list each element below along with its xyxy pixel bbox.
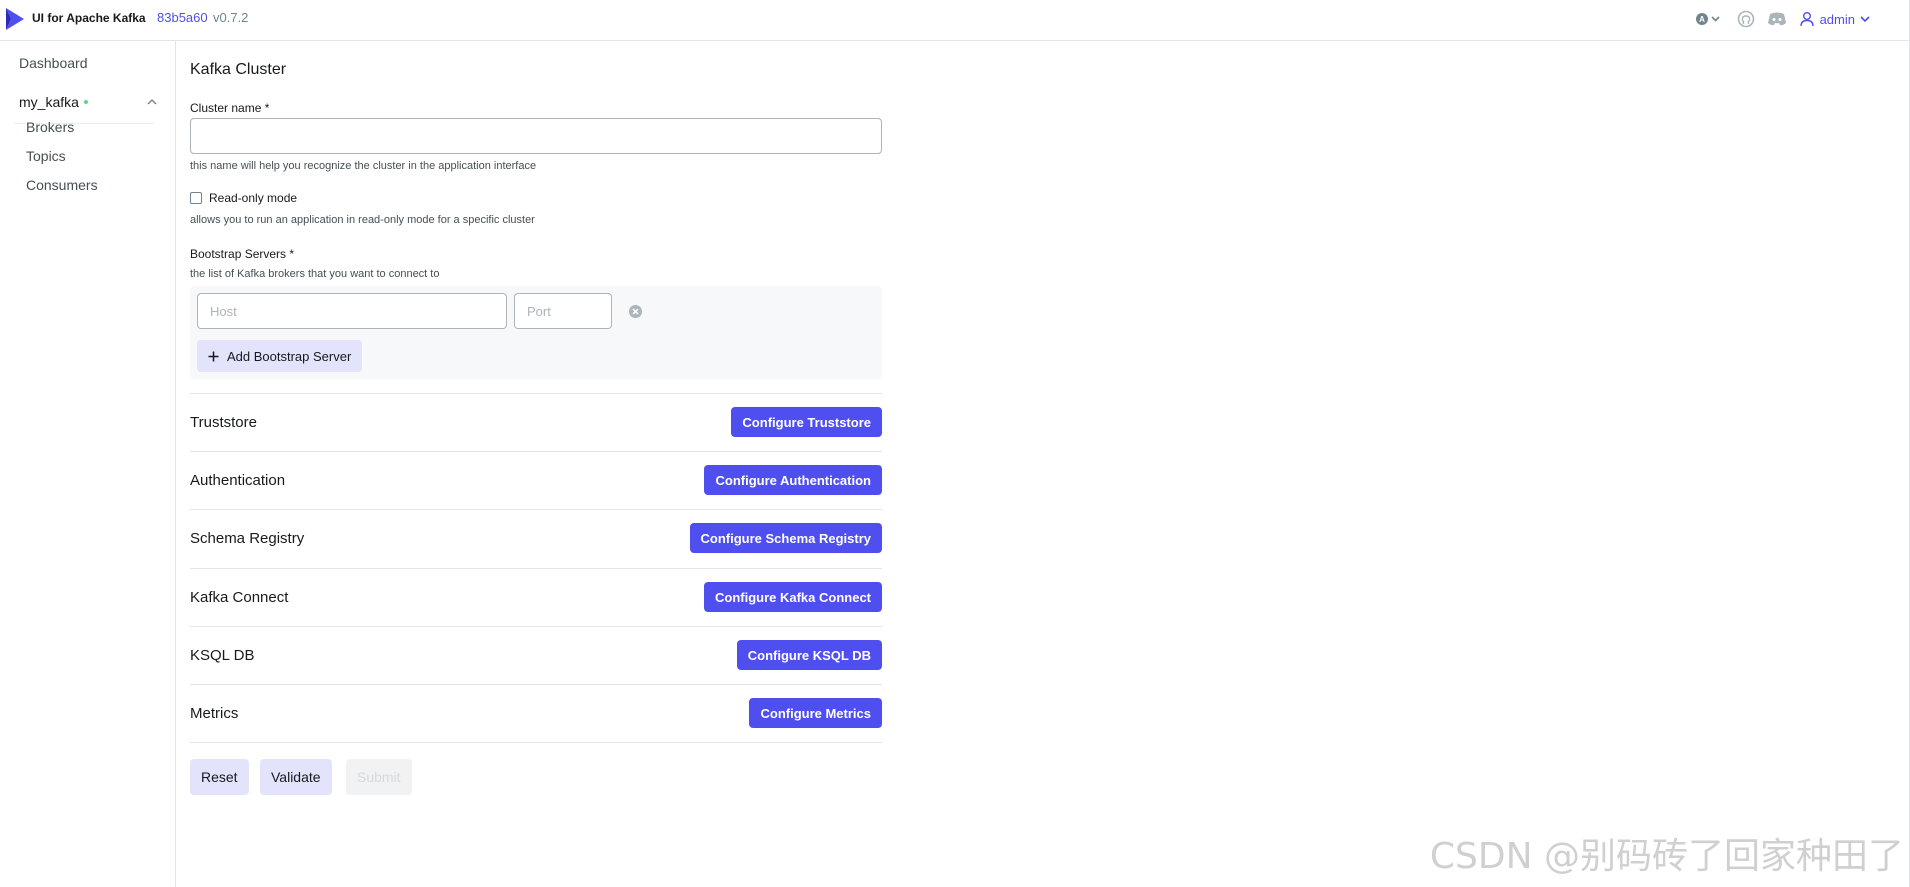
chevron-up-icon: [147, 99, 157, 105]
page-title: Kafka Cluster: [190, 61, 287, 78]
user-icon: [1799, 12, 1814, 27]
configure-ksql-db-button[interactable]: Configure KSQL DB: [736, 640, 882, 670]
header-actions: A admin: [1695, 8, 1870, 30]
ksql-db-section: KSQL DB Configure KSQL DB: [190, 626, 882, 684]
sidebar-item-brokers[interactable]: Brokers: [26, 119, 74, 135]
metrics-label: Metrics: [190, 705, 239, 722]
sidebar: Dashboard my_kafka Brokers Topics Consum…: [0, 41, 176, 887]
authentication-label: Authentication: [190, 472, 286, 489]
cluster-name: my_kafka: [19, 94, 79, 110]
configure-kafka-connect-button[interactable]: Configure Kafka Connect: [703, 582, 882, 612]
chevron-down-icon: [1860, 16, 1870, 23]
validate-button[interactable]: Validate: [260, 759, 332, 795]
cluster-name-label: Cluster name *: [190, 101, 270, 115]
kafka-connect-section: Kafka Connect Configure Kafka Connect: [190, 568, 882, 626]
github-icon[interactable]: [1737, 10, 1755, 28]
truststore-section: Truststore Configure Truststore: [190, 393, 882, 451]
host-placeholder: Host: [210, 303, 237, 319]
add-bootstrap-server-label: Add Bootstrap Server: [227, 348, 352, 364]
commit-link[interactable]: 83b5a60: [157, 10, 208, 25]
ksql-db-label: KSQL DB: [190, 647, 255, 664]
bootstrap-servers-label: Bootstrap Servers *: [190, 247, 295, 261]
port-placeholder: Port: [527, 303, 551, 319]
user-menu[interactable]: admin: [1799, 11, 1870, 27]
reset-button[interactable]: Reset: [190, 759, 249, 795]
sidebar-item-topics[interactable]: Topics: [26, 148, 66, 164]
bootstrap-servers-hint: the list of Kafka brokers that you want …: [190, 268, 440, 280]
schema-registry-label: Schema Registry: [190, 530, 305, 547]
read-only-hint: allows you to run an application in read…: [190, 214, 535, 226]
schema-registry-section: Schema Registry Configure Schema Registr…: [190, 509, 882, 567]
divider: [190, 742, 882, 743]
sidebar-item-dashboard[interactable]: Dashboard: [19, 55, 88, 71]
version-label: v0.7.2: [213, 10, 249, 25]
read-only-checkbox[interactable]: [190, 192, 202, 204]
theme-icon[interactable]: A: [1695, 10, 1725, 28]
truststore-label: Truststore: [190, 414, 257, 431]
cluster-name-input[interactable]: [190, 118, 882, 154]
user-name: admin: [1819, 11, 1855, 27]
discord-icon[interactable]: [1767, 10, 1787, 28]
sidebar-cluster-toggle[interactable]: my_kafka: [19, 89, 157, 115]
sidebar-item-consumers[interactable]: Consumers: [26, 177, 98, 193]
configure-truststore-button[interactable]: Configure Truststore: [731, 407, 882, 437]
host-input[interactable]: Host: [197, 293, 507, 329]
watermark-text: CSDN @别码砖了回家种田了: [1429, 836, 1904, 877]
configure-authentication-button[interactable]: Configure Authentication: [704, 465, 882, 495]
app-title[interactable]: UI for Apache Kafka: [32, 11, 146, 25]
read-only-label[interactable]: Read-only mode: [209, 191, 297, 205]
authentication-section: Authentication Configure Authentication: [190, 451, 882, 509]
svg-text:A: A: [1699, 15, 1705, 24]
kafka-connect-label: Kafka Connect: [190, 589, 289, 606]
cluster-name-hint: this name will help you recognize the cl…: [190, 160, 537, 172]
configure-metrics-button[interactable]: Configure Metrics: [749, 698, 882, 728]
remove-server-icon[interactable]: [628, 304, 643, 319]
port-input[interactable]: Port: [514, 293, 612, 329]
top-bar: UI for Apache Kafka 83b5a60 v0.7.2 A adm…: [0, 0, 1910, 41]
configure-schema-registry-button[interactable]: Configure Schema Registry: [689, 523, 882, 553]
status-dot: [83, 100, 88, 104]
plus-icon: [208, 351, 219, 361]
submit-button[interactable]: Submit: [346, 759, 412, 795]
add-bootstrap-server-button[interactable]: Add Bootstrap Server: [197, 340, 363, 372]
metrics-section: Metrics Configure Metrics: [190, 684, 882, 742]
bootstrap-servers-list: Host Port Add Bootstrap Server: [190, 286, 882, 379]
logo-icon[interactable]: [4, 7, 26, 31]
